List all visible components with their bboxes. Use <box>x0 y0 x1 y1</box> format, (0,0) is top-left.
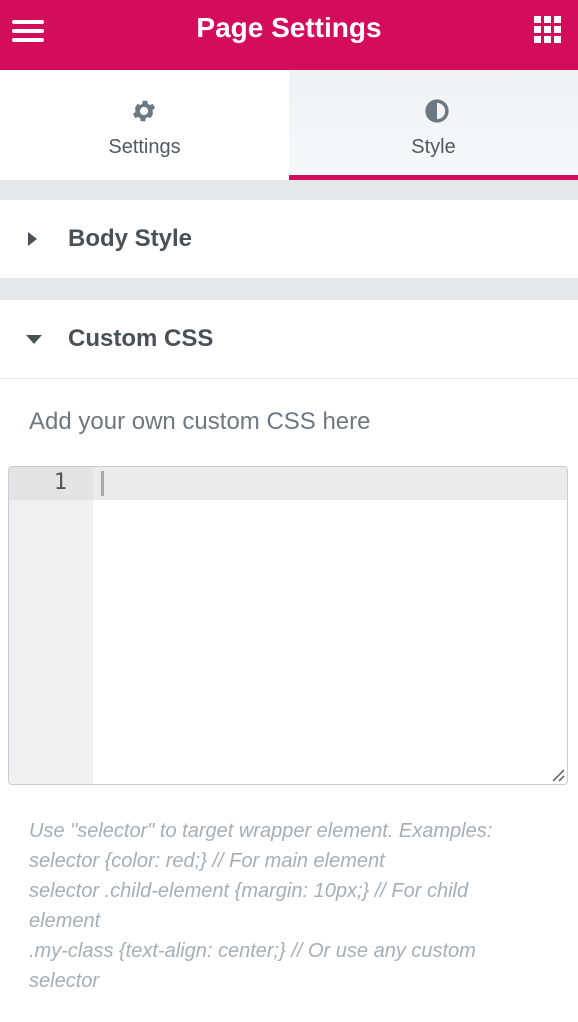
help-line: selector .child-element {margin: 10px;} … <box>29 880 469 902</box>
section-body-style[interactable]: Body Style <box>0 200 578 278</box>
panel-tabs: Settings Style <box>0 70 578 180</box>
custom-css-code-editor[interactable]: 1 <box>8 466 568 785</box>
page-title: Page Settings <box>196 12 382 43</box>
custom-css-help-text: Use "selector" to target wrapper element… <box>29 816 559 996</box>
tab-style-label: Style <box>411 136 456 158</box>
tab-settings-label: Settings <box>108 136 181 158</box>
help-line: selector {color: red;} // For main eleme… <box>29 850 385 872</box>
section-title-custom-css: Custom CSS <box>68 325 214 352</box>
resize-handle-icon[interactable] <box>551 768 565 782</box>
caret-down-icon <box>26 335 42 344</box>
tab-settings[interactable]: Settings <box>0 70 289 180</box>
editor-gutter <box>9 467 93 784</box>
help-line: element <box>29 910 101 932</box>
contrast-icon <box>425 99 449 123</box>
top-bar: Page Settings <box>0 0 578 70</box>
help-line: Use "selector" to target wrapper element… <box>29 820 493 842</box>
caret-right-icon <box>28 232 37 246</box>
help-line: selector <box>29 970 100 992</box>
custom-css-description: Add your own custom CSS here <box>29 408 371 435</box>
tab-style[interactable]: Style <box>289 70 578 180</box>
section-custom-css[interactable]: Custom CSS <box>0 300 578 379</box>
gear-icon <box>132 100 156 122</box>
help-line: .my-class {text-align: center;} // Or us… <box>29 940 476 962</box>
section-divider <box>0 180 578 200</box>
section-title-body-style: Body Style <box>68 225 193 252</box>
section-divider <box>0 278 578 300</box>
text-cursor <box>101 471 104 496</box>
line-number: 1 <box>53 470 67 495</box>
apps-grid-icon[interactable] <box>534 16 562 44</box>
